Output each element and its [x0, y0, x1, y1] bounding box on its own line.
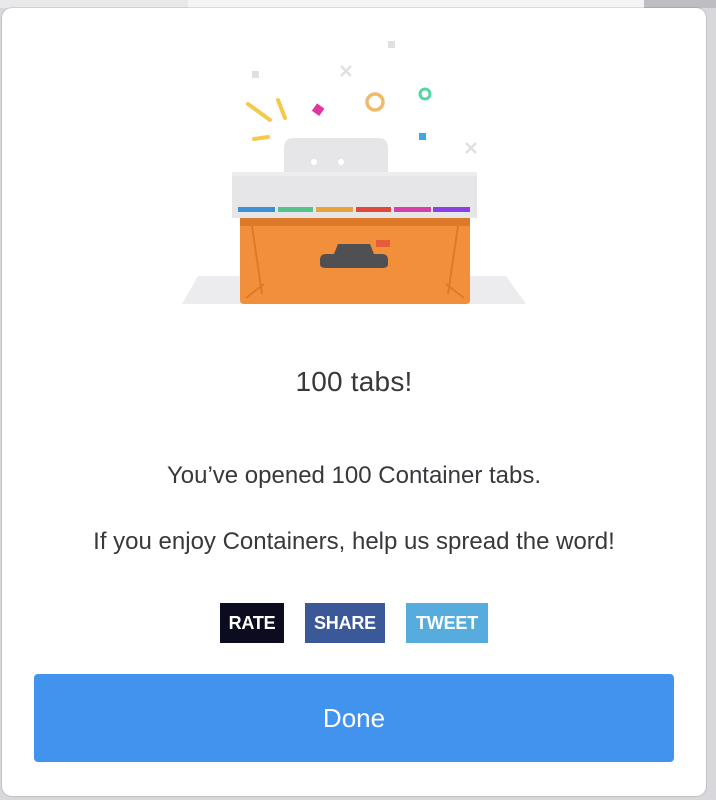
popup-title: 100 tabs!	[295, 366, 413, 397]
share-button[interactable]: SHARE	[305, 603, 385, 643]
confetti-icon	[246, 41, 477, 154]
popup-message: You’ve opened 100 Container tabs.	[166, 462, 542, 489]
done-button[interactable]: Done	[34, 674, 674, 762]
browser-tab-strip	[0, 0, 716, 8]
container-box-illustration	[182, 41, 526, 304]
share-buttons-row: RATE SHARE TWEET	[2, 603, 706, 643]
rate-button[interactable]: RATE	[220, 603, 284, 643]
milestone-popup: 100 tabs! You’ve opened 100 Container ta…	[2, 8, 706, 796]
popup-call-to-action: If you enjoy Containers, help us spread …	[93, 528, 615, 555]
window-frame: 100 tabs! You’ve opened 100 Container ta…	[0, 0, 716, 800]
tweet-button[interactable]: TWEET	[406, 603, 488, 643]
